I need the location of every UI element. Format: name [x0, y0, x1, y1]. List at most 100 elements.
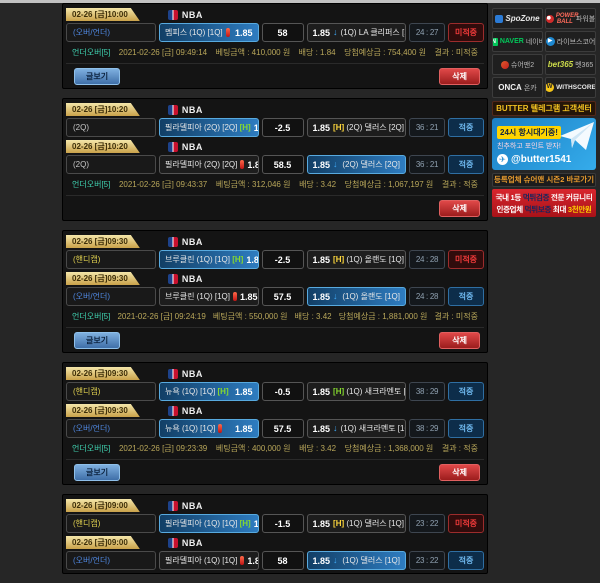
record-footer: 삭제 — [66, 195, 484, 218]
score-box: 24 : 28 — [409, 287, 445, 306]
bet-expected-win: 당첨예상금 : 754,400 원 — [344, 47, 426, 58]
away-team-name: [H] (1Q) 올랜도 [1Q] — [333, 254, 404, 265]
result-badge: 적중 — [448, 118, 484, 137]
home-pick: 브루클린 (1Q) [1Q] [H]1.85 — [159, 250, 259, 269]
nba-logo-icon — [168, 406, 178, 416]
banner-livescore[interactable]: ▶라이브스코어 — [545, 31, 596, 52]
banner-sureman[interactable]: 슈어맨2 — [492, 54, 543, 75]
banner-label: WITHSCORE — [556, 84, 596, 91]
banner-bet365[interactable]: bet365벳365 — [545, 54, 596, 75]
home-odds: 1.85 — [240, 292, 258, 302]
league-label: NBA — [182, 105, 203, 115]
home-odds: 1.85 — [247, 160, 258, 170]
nba-logo-icon — [168, 538, 178, 548]
away-team-name: [H] (1Q) 새크라멘토 [1Q] — [333, 386, 406, 397]
banner-logo: ONCA — [498, 83, 522, 92]
bet-result: 결과 : 적중 — [442, 179, 478, 190]
away-pick: 1.85↓(2Q) 댈러스 [2Q] — [307, 155, 407, 174]
banner-powerball[interactable]: POWER BALL파워볼 — [545, 8, 596, 29]
verification-banner[interactable]: 국내 1등 먹튀검증 전문 커뮤니티 인증업체 먹튀보증 최대 3천만원 — [492, 189, 596, 217]
match-header: 02-26 [금]10:20NBA — [66, 102, 484, 117]
home-team-name: 필라델피아 (2Q) [2Q] — [165, 159, 237, 170]
sureman-season2-link[interactable]: 등록업체 슈어맨 시즌2 바로가기 — [492, 173, 596, 187]
home-mark: [H] — [333, 387, 344, 396]
banner-spozone[interactable]: SpoZone — [492, 8, 543, 29]
home-team-name: 브루클린 (1Q) [1Q] — [165, 291, 230, 302]
verification-text-segment: 국내 1등 — [496, 193, 523, 202]
home-mark: [H] — [333, 123, 344, 132]
bet-row: (2Q)필라델피아 (2Q) [2Q] [H]1.85-2.51.85[H] (… — [66, 118, 484, 137]
telegram-banner[interactable]: 24시 항시대기중! 친추하고 포인트 받자! ✈ @butter1541 — [492, 118, 596, 170]
away-team-name: [H] (1Q) 댈러스 [1Q] — [333, 518, 404, 529]
away-pick: 1.85↓(1Q) 올랜도 [1Q] — [307, 287, 407, 306]
home-pick: 브루클린 (1Q) [1Q] 1.85 — [159, 287, 259, 306]
away-pick: 1.85↓(1Q) LA 클리퍼스 [1Q] — [307, 23, 407, 42]
banner-onca[interactable]: ONCA온카 — [492, 77, 543, 98]
banner-logo: bet365 — [548, 60, 573, 69]
home-odds: 1.85 — [235, 28, 253, 38]
home-pick: 필라델피아 (2Q) [2Q] 1.85 — [159, 155, 259, 174]
bet-category: 언더오버[5] — [72, 443, 110, 454]
score-box: 24 : 27 — [409, 23, 445, 42]
butter-telegram-header: BUTTER 텔레그램 고객센터 — [492, 101, 596, 116]
telegram-circle-icon: ✈ — [497, 154, 508, 165]
verification-text-segment: 먹튀보증 — [525, 205, 551, 214]
home-mark: [H] — [333, 519, 344, 528]
home-team-name: 필라델피아 (2Q) [2Q] [H] — [165, 122, 251, 133]
bet-odds: 배당 : 3.42 — [299, 443, 336, 454]
home-team-name: 필라델피아 (1Q) [1Q] [H] — [165, 518, 251, 529]
home-odds: 1.85 — [235, 424, 253, 434]
banner-withscore[interactable]: WWITHSCORE — [545, 77, 596, 98]
league-label: NBA — [182, 406, 203, 416]
banner-label: 벳365 — [575, 60, 593, 70]
bet-category: 언더오버[5] — [72, 311, 110, 322]
home-pick: 필라델피아 (2Q) [2Q] [H]1.85 — [159, 118, 259, 137]
away-odds: 1.85 — [313, 292, 331, 302]
home-team-name: 뉴욕 (1Q) [1Q] [H] — [165, 386, 229, 397]
delete-button[interactable]: 삭제 — [439, 68, 480, 85]
bet-type-label: (오버/언더) — [66, 23, 156, 42]
nba-logo-icon — [168, 274, 178, 284]
livescore-icon: ▶ — [546, 37, 555, 46]
home-pick: 필라델피아 (1Q) [1Q]1.85 — [159, 551, 259, 570]
score-box: 23 : 22 — [409, 551, 445, 570]
away-odds: 1.85 — [313, 160, 331, 170]
match-time-badge: 02-26 [금]09:00 — [66, 536, 140, 549]
away-pick: 1.85[H] (1Q) 댈러스 [1Q] — [307, 514, 407, 533]
paper-plane-icon — [560, 122, 594, 152]
banner-logo: SpoZone — [505, 14, 539, 23]
score-box: 24 : 28 — [409, 250, 445, 269]
verification-text-segment: 먹튀검증 — [523, 193, 549, 202]
withscore-icon: W — [545, 83, 554, 92]
match-time-badge: 02-26 [금]10:00 — [66, 8, 140, 21]
away-odds: 1.85 — [313, 519, 331, 529]
match-time-badge: 02-26 [금]09:30 — [66, 367, 140, 380]
match-time-badge: 02-26 [금]09:30 — [66, 235, 140, 248]
line-value: -2.5 — [262, 250, 304, 269]
banner-naver[interactable]: NNAVER네이버 — [492, 31, 543, 52]
result-badge: 적중 — [448, 287, 484, 306]
record-footer: 글보기 삭제 — [66, 327, 484, 350]
view-post-button[interactable]: 글보기 — [74, 464, 120, 481]
telegram-line1: 24시 항시대기중! — [497, 126, 561, 139]
away-team-name: [H] (2Q) 댈러스 [2Q] — [333, 122, 404, 133]
away-pick: 1.85[H] (2Q) 댈러스 [2Q] — [307, 118, 407, 137]
match-time-badge: 02-26 [금]09:00 — [66, 499, 140, 512]
bet-row: (핸디캡)필라델피아 (1Q) [1Q] [H]1.85-1.51.85[H] … — [66, 514, 484, 533]
verification-text-segment: 커뮤니티 — [566, 193, 592, 202]
record-footer: 글보기 삭제 — [66, 63, 484, 86]
delete-button[interactable]: 삭제 — [439, 200, 480, 217]
delete-button[interactable]: 삭제 — [439, 464, 480, 481]
bet-type-label: (오버/언더) — [66, 419, 156, 438]
away-team-name: (1Q) LA 클리퍼스 [1Q] — [341, 27, 406, 38]
nba-logo-icon — [168, 237, 178, 247]
home-team-name: 필라델피아 (1Q) [1Q] — [165, 555, 237, 566]
bet-result: 결과 : 적중 — [442, 443, 478, 454]
home-odds: 1.85 — [254, 519, 259, 529]
view-post-button[interactable]: 글보기 — [74, 332, 120, 349]
view-post-button[interactable]: 글보기 — [74, 68, 120, 85]
line-value: -1.5 — [262, 514, 304, 533]
sidebar: SpoZone POWER BALL파워볼NNAVER네이버▶라이브스코어슈어맨2… — [492, 8, 596, 217]
delete-button[interactable]: 삭제 — [439, 332, 480, 349]
hot-icon — [226, 28, 230, 37]
